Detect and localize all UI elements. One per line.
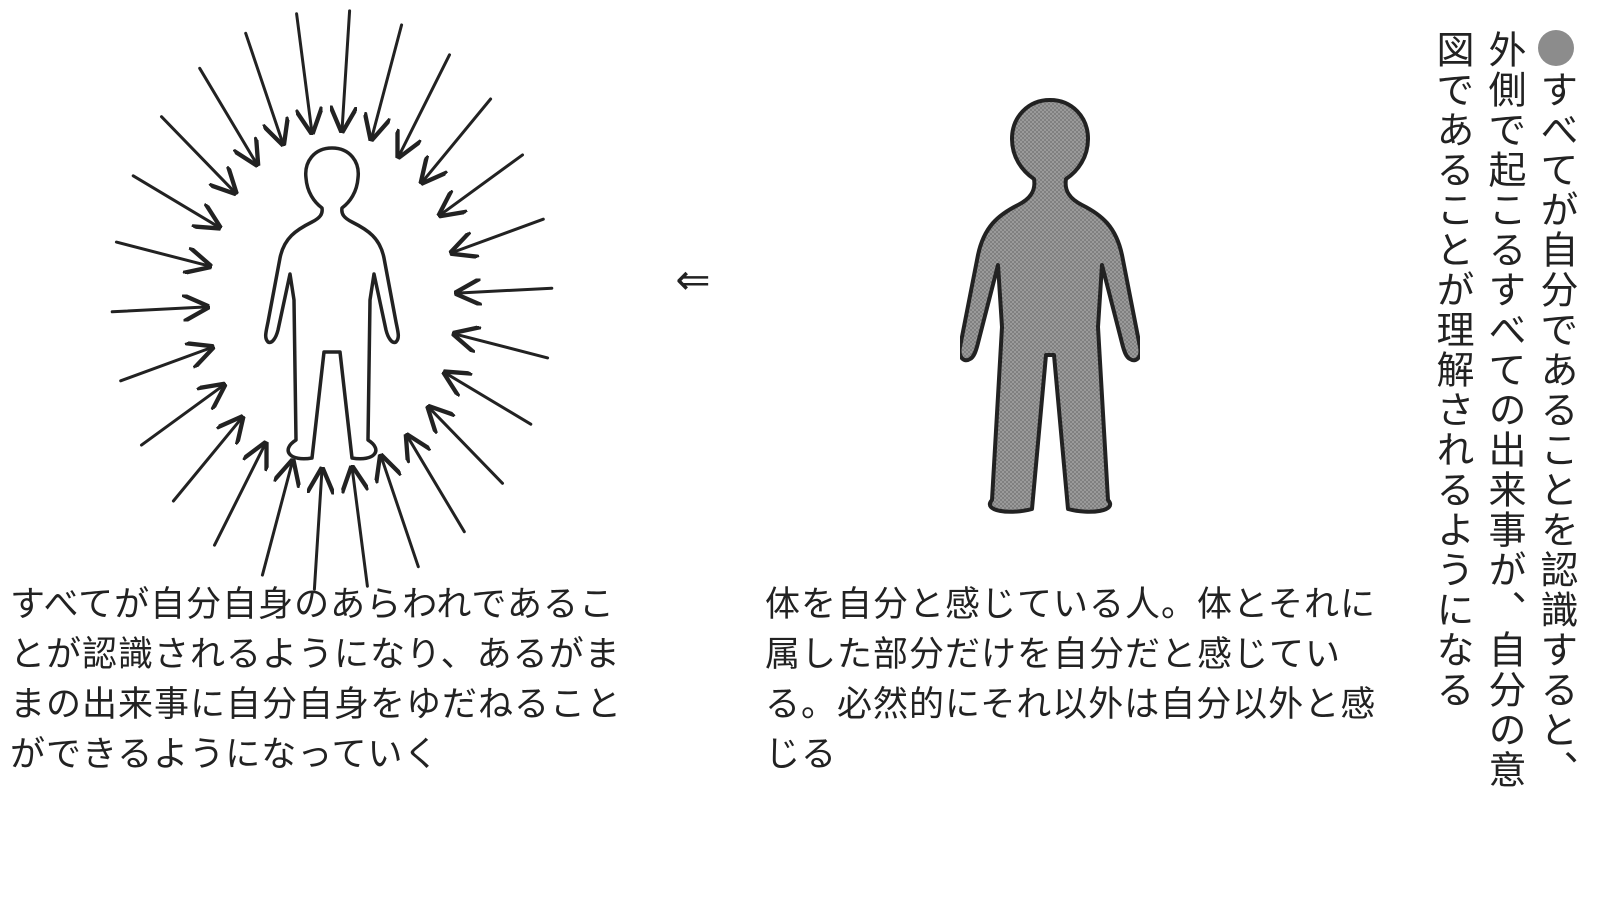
caption-right: 体を自分と感じている人。体とそれに属した部分だけを自分だと感じている。必然的にそ… [765, 585, 1377, 775]
figure-receiving-arrows [110, 9, 554, 591]
inward-arrow [110, 307, 207, 312]
inward-arrow [244, 31, 283, 143]
inward-arrow [399, 53, 451, 157]
caption-left: すべてが自分自身のあらわれであることが認識されるようになり、あるがままの出来事に… [10, 585, 623, 775]
inward-arrow [171, 418, 242, 503]
inward-arrow [342, 9, 350, 131]
bullet-icon [1538, 30, 1574, 66]
inward-arrow [114, 240, 209, 266]
inward-arrow [457, 288, 554, 293]
inward-arrow [445, 373, 533, 426]
inward-arrow [131, 174, 219, 227]
inward-arrow [455, 334, 550, 360]
inward-arrow [140, 385, 224, 447]
inward-arrow [352, 468, 369, 588]
side-note: すべてが自分であることを認識すると、外側で起こるすべての出来事が、自分の意図であ… [1426, 30, 1582, 810]
inward-arrow [160, 115, 236, 193]
inward-arrow [260, 461, 292, 577]
inward-arrow [314, 470, 322, 591]
inward-arrow [440, 153, 524, 215]
inward-arrow [119, 347, 212, 383]
inward-arrow [429, 407, 504, 485]
inward-arrow [407, 436, 466, 534]
person-outline [263, 146, 401, 461]
inward-arrow [372, 23, 404, 139]
person-silhouette [960, 98, 1140, 514]
inward-arrow [381, 456, 420, 569]
side-note-text: すべてが自分であることを認識すると、外側で起こるすべての出来事が、自分の意図であ… [1430, 30, 1578, 790]
inward-arrow [422, 97, 493, 182]
inward-arrow [198, 66, 257, 164]
figure-shaded-person [960, 98, 1140, 514]
arrow-between-figures: ⇐ [675, 255, 711, 304]
inward-arrow [213, 444, 266, 547]
inward-arrow [452, 217, 545, 252]
inward-arrow [295, 12, 312, 132]
